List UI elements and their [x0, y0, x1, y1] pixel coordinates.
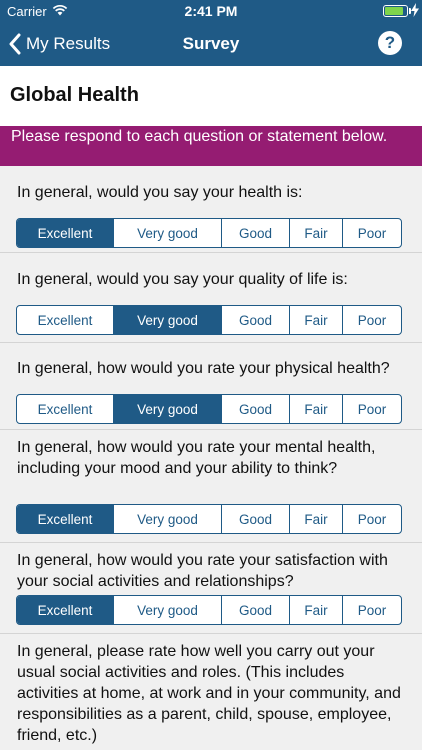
- option-poor[interactable]: Poor: [343, 505, 401, 533]
- option-very-good[interactable]: Very good: [114, 219, 222, 247]
- bolt-icon: [411, 3, 419, 17]
- option-poor[interactable]: Poor: [343, 596, 401, 624]
- option-very-good[interactable]: Very good: [114, 395, 222, 423]
- question-text: In general, would you say your health is…: [17, 184, 303, 201]
- question-text: In general, would you say your quality o…: [17, 271, 348, 288]
- question-text: In general, how would you rate your ment…: [17, 439, 376, 477]
- option-good[interactable]: Good: [222, 219, 290, 247]
- nav-title: Survey: [182, 34, 240, 53]
- clock: 2:41 PM: [184, 3, 238, 19]
- option-excellent[interactable]: Excellent: [17, 505, 114, 533]
- option-very-good[interactable]: Very good: [114, 505, 222, 533]
- option-good[interactable]: Good: [222, 596, 290, 624]
- option-fair[interactable]: Fair: [290, 505, 343, 533]
- question-text: In general, please rate how well you car…: [17, 643, 401, 744]
- option-good[interactable]: Good: [222, 395, 290, 423]
- question-item: In general, how would you rate your ment…: [0, 430, 422, 543]
- instructions-banner: Please respond to each question or state…: [0, 126, 422, 166]
- question-text: In general, how would you rate your phys…: [17, 360, 390, 377]
- option-poor[interactable]: Poor: [343, 306, 401, 334]
- rating-segmented-control: Excellent Very good Good Fair Poor: [16, 394, 402, 424]
- nav-bar: My Results Survey ?: [0, 22, 422, 66]
- option-poor[interactable]: Poor: [343, 395, 401, 423]
- option-excellent[interactable]: Excellent: [17, 395, 114, 423]
- question-item: In general, would you say your quality o…: [0, 253, 422, 343]
- option-fair[interactable]: Fair: [290, 306, 343, 334]
- option-poor[interactable]: Poor: [343, 219, 401, 247]
- question-item: In general, please rate how well you car…: [0, 634, 422, 750]
- option-fair[interactable]: Fair: [290, 596, 343, 624]
- question-item: In general, how would you rate your phys…: [0, 343, 422, 430]
- option-good[interactable]: Good: [222, 505, 290, 533]
- option-good[interactable]: Good: [222, 306, 290, 334]
- question-text: In general, how would you rate your sati…: [17, 552, 388, 590]
- rating-segmented-control: Excellent Very good Good Fair Poor: [16, 504, 402, 534]
- question-item: In general, how would you rate your sati…: [0, 543, 422, 634]
- option-fair[interactable]: Fair: [290, 219, 343, 247]
- rating-segmented-control: Excellent Very good Good Fair Poor: [16, 595, 402, 625]
- help-button[interactable]: ?: [378, 31, 402, 55]
- option-very-good[interactable]: Very good: [114, 596, 222, 624]
- page-title: Global Health: [10, 84, 139, 106]
- option-very-good[interactable]: Very good: [114, 306, 222, 334]
- option-fair[interactable]: Fair: [290, 395, 343, 423]
- page-header: Global Health: [0, 66, 422, 126]
- battery-icon: [383, 5, 408, 17]
- option-excellent[interactable]: Excellent: [17, 596, 114, 624]
- rating-segmented-control: Excellent Very good Good Fair Poor: [16, 218, 402, 248]
- status-bar: Carrier 2:41 PM: [0, 0, 422, 22]
- question-list: In general, would you say your health is…: [0, 166, 422, 750]
- option-excellent[interactable]: Excellent: [17, 306, 114, 334]
- rating-segmented-control: Excellent Very good Good Fair Poor: [16, 305, 402, 335]
- question-item: In general, would you say your health is…: [0, 166, 422, 253]
- option-excellent[interactable]: Excellent: [17, 219, 114, 247]
